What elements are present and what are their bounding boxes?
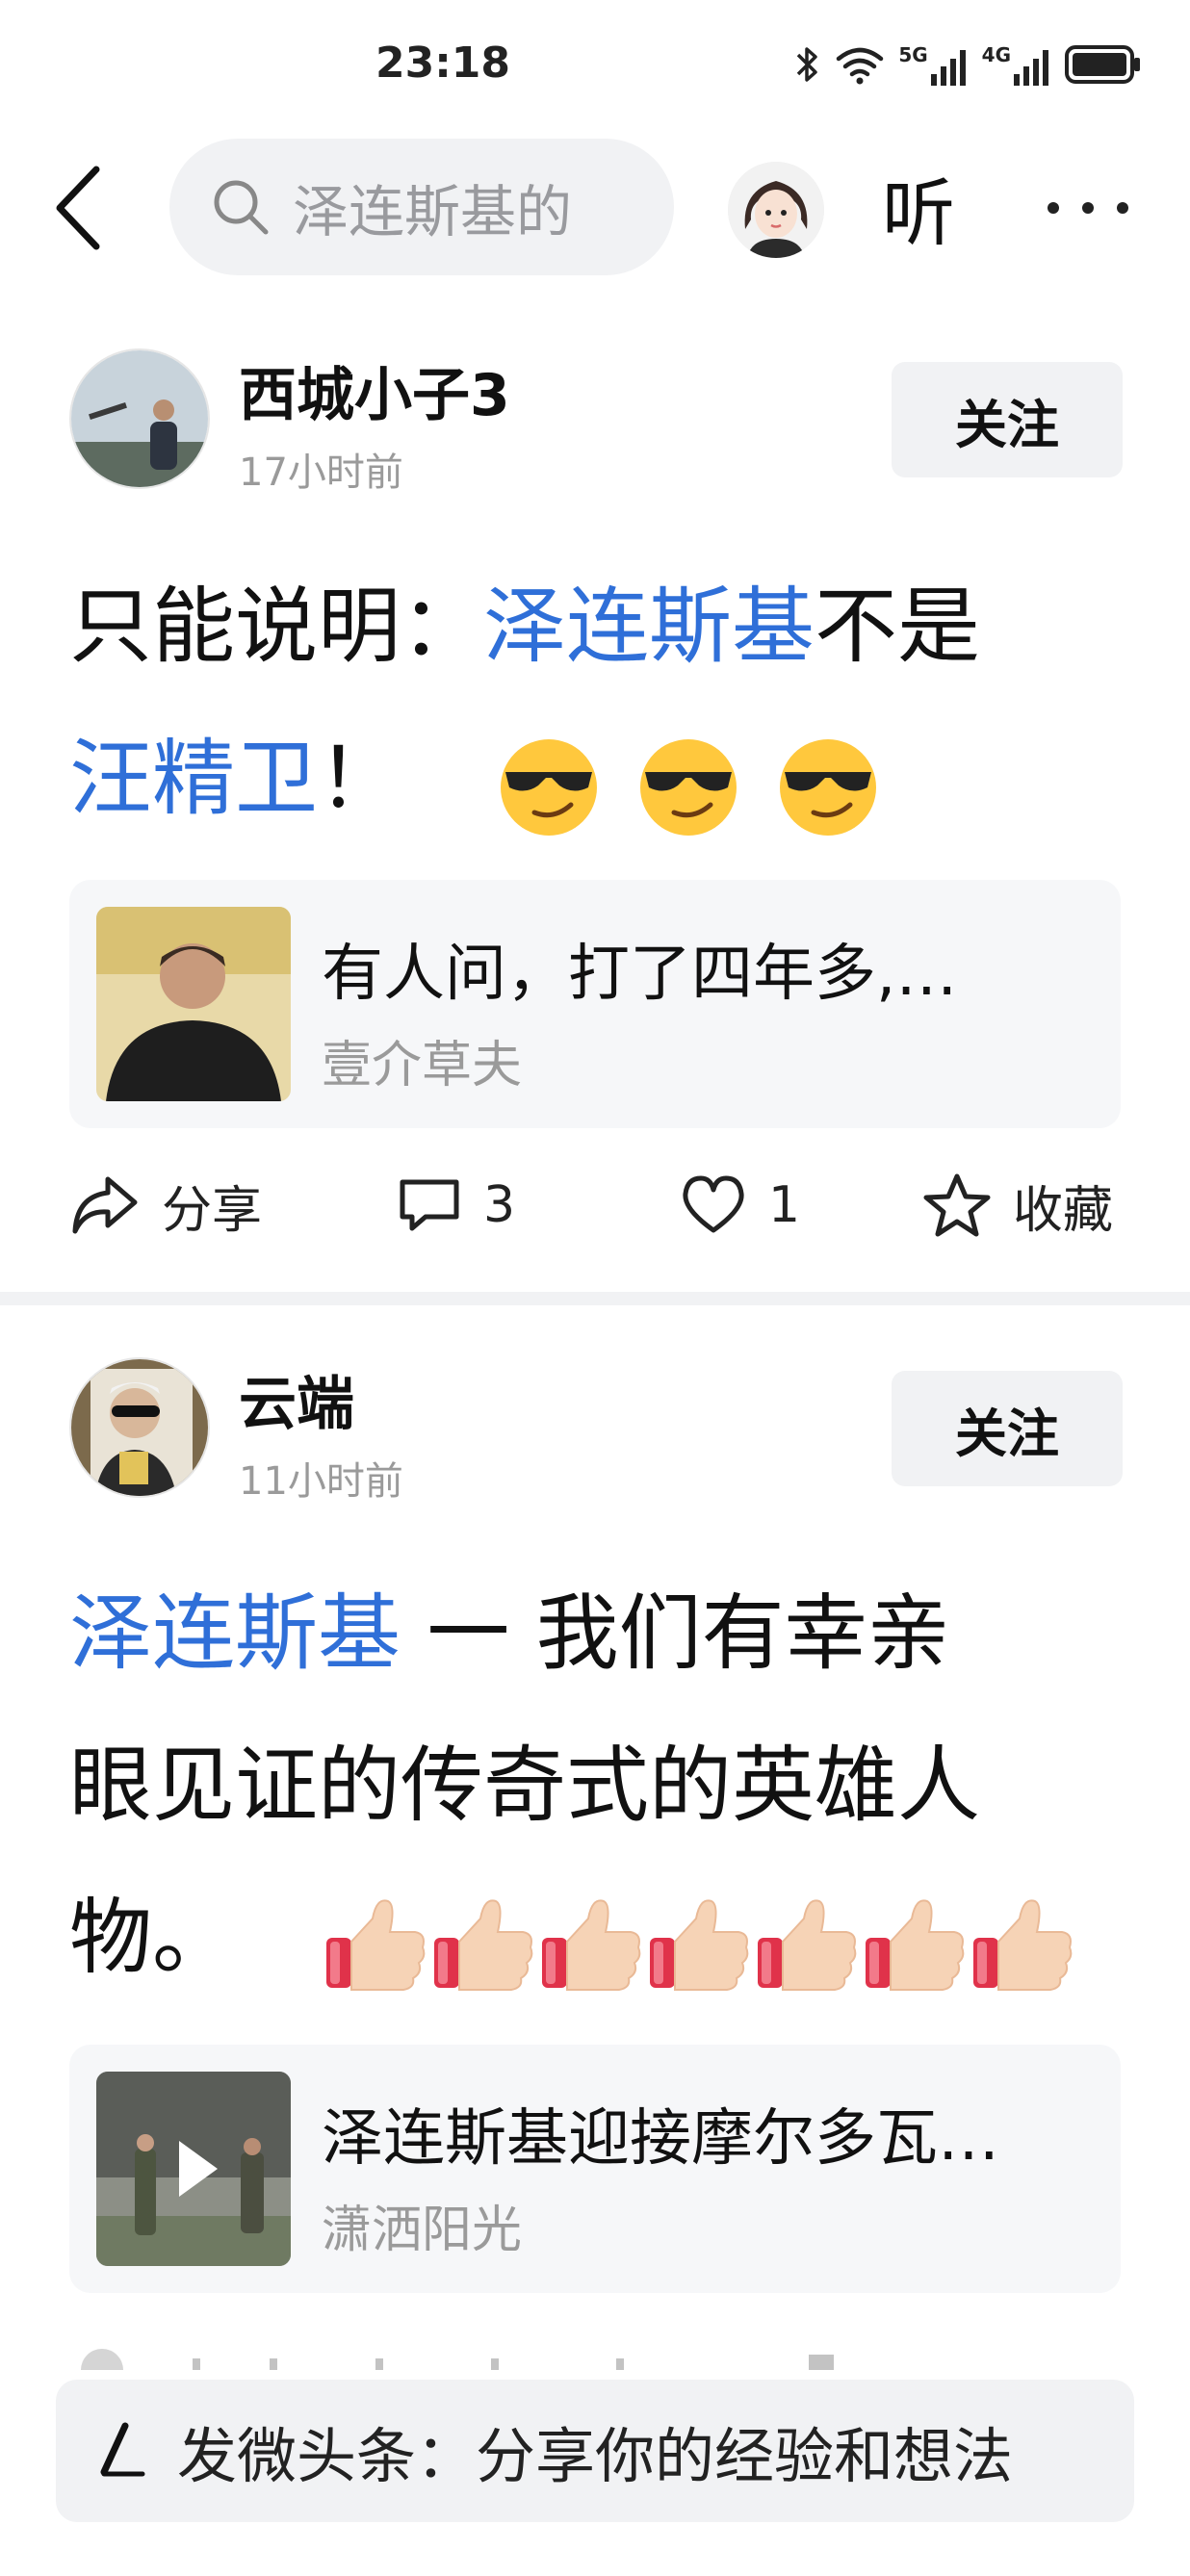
back-arrow-icon [56, 166, 100, 250]
wifi-icon [837, 47, 884, 85]
comment-button[interactable]: 3 [397, 1157, 515, 1253]
author-avatar[interactable] [69, 348, 210, 489]
avatar-photo [71, 1359, 208, 1496]
post-time: 17小时前 [239, 451, 403, 495]
network-5g-label: 5G [898, 43, 928, 66]
author-name[interactable]: 西城小子3 [239, 348, 510, 432]
share-icon [72, 1176, 138, 1234]
post-text-segment: 眼见证的传奇式的英雄人 [69, 1738, 980, 1834]
sunglasses-smirk-emoji [500, 738, 597, 836]
thumbs-up-emoji-row [323, 1890, 1077, 1991]
heart-icon [683, 1175, 744, 1233]
more-dots-icon [1048, 202, 1128, 214]
comment-icon [400, 1179, 459, 1231]
thumbnail-photo [96, 2072, 291, 2266]
star-icon [923, 1173, 991, 1237]
back-button[interactable] [50, 162, 127, 254]
sunglasses-smirk-emoji [780, 738, 877, 836]
video-title: 泽连斯基迎接摩尔多瓦… [322, 2103, 999, 2175]
post-time: 11小时前 [239, 1459, 403, 1504]
video-source: 潇洒阳光 [322, 2202, 523, 2259]
post-text-segment: 一 我们有幸亲 [401, 1585, 950, 1682]
network-4g-label: 4G [981, 43, 1011, 66]
author-name[interactable]: 云端 [239, 1357, 354, 1441]
topic-link[interactable]: 泽连斯基 [69, 1585, 401, 1682]
like-button[interactable]: 1 [680, 1157, 800, 1253]
post-text[interactable]: 只能说明：泽连斯基不是 汪精卫！ [69, 551, 1128, 855]
follow-button[interactable]: 关注 [892, 362, 1123, 477]
sunglasses-smirk-emoji [640, 738, 737, 836]
signal-4g-icon: 4G [982, 43, 1051, 86]
action-bar: 分享 3 1 收藏 [0, 1157, 1190, 1253]
post-text-segment: 物。 [69, 1890, 235, 1986]
thumbs-up-emoji [865, 1898, 964, 1991]
post-composer-input[interactable]: 发微头条：分享你的经验和想法 [56, 2380, 1134, 2522]
more-button[interactable] [1040, 189, 1136, 227]
cartoon-avatar-icon [728, 162, 824, 258]
user-avatar[interactable] [728, 162, 824, 258]
thumbs-up-emoji [325, 1898, 425, 1991]
thumbs-up-emoji [541, 1898, 640, 1991]
article-title: 有人问，打了四年多,… [322, 939, 958, 1010]
search-query: 泽连斯基的 [293, 179, 573, 245]
video-thumbnail [96, 2072, 291, 2266]
search-input[interactable]: 泽连斯基的 [169, 139, 674, 275]
listen-button[interactable]: 听 [882, 154, 955, 260]
screen: 23:18 5G 4G 泽连斯基的 听 西城小子3 17小时前 关注 只能说明：… [0, 0, 1190, 2576]
topic-link[interactable]: 汪精卫 [69, 731, 318, 827]
linked-video-card[interactable]: 泽连斯基迎接摩尔多瓦… 潇洒阳光 [69, 2045, 1121, 2293]
share-button[interactable]: 分享 [69, 1157, 262, 1253]
share-label: 分享 [162, 1181, 263, 1240]
topic-link[interactable]: 泽连斯基 [483, 579, 815, 675]
thumbs-up-emoji [757, 1898, 856, 1991]
like-count: 1 [768, 1176, 801, 1234]
follow-button[interactable]: 关注 [892, 1371, 1123, 1486]
post-divider [0, 1292, 1190, 1305]
signal-bars-4g [1014, 50, 1048, 86]
article-thumbnail [96, 907, 291, 1101]
signal-5g-icon: 5G [898, 43, 968, 86]
article-source: 壹介草夫 [322, 1037, 523, 1095]
comment-count: 3 [483, 1176, 516, 1234]
bluetooth-icon [797, 47, 818, 82]
partial-content [81, 2349, 834, 2391]
status-icons: 5G 4G [794, 42, 1142, 87]
status-bar: 23:18 5G 4G [0, 0, 1190, 133]
battery-icon [1065, 45, 1140, 84]
top-bar: 泽连斯基的 听 [0, 133, 1190, 277]
signal-bars-5g [930, 50, 966, 86]
thumbs-up-emoji [649, 1898, 748, 1991]
status-time: 23:18 [375, 39, 511, 88]
linked-article-card[interactable]: 有人问，打了四年多,… 壹介草夫 [69, 880, 1121, 1128]
pen-icon [100, 2422, 145, 2477]
post-text[interactable]: 泽连斯基 一 我们有幸亲 眼见证的传奇式的英雄人 物。 [69, 1558, 1128, 2014]
thumbs-up-emoji [972, 1898, 1072, 1991]
favorite-label: 收藏 [1013, 1181, 1114, 1240]
avatar-photo [71, 350, 208, 487]
search-icon [214, 180, 269, 235]
composer-placeholder: 发微头条：分享你的经验和想法 [177, 2421, 1014, 2491]
author-avatar[interactable] [69, 1357, 210, 1498]
post-text-segment: 只能说明： [69, 579, 483, 675]
next-post-peek [77, 2341, 847, 2391]
post-text-segment: 不是 [815, 579, 980, 675]
thumbnail-photo [96, 907, 291, 1101]
favorite-button[interactable]: 收藏 [922, 1157, 1113, 1253]
thumbs-up-emoji [433, 1898, 532, 1991]
post-text-segment: ！ [318, 731, 401, 827]
